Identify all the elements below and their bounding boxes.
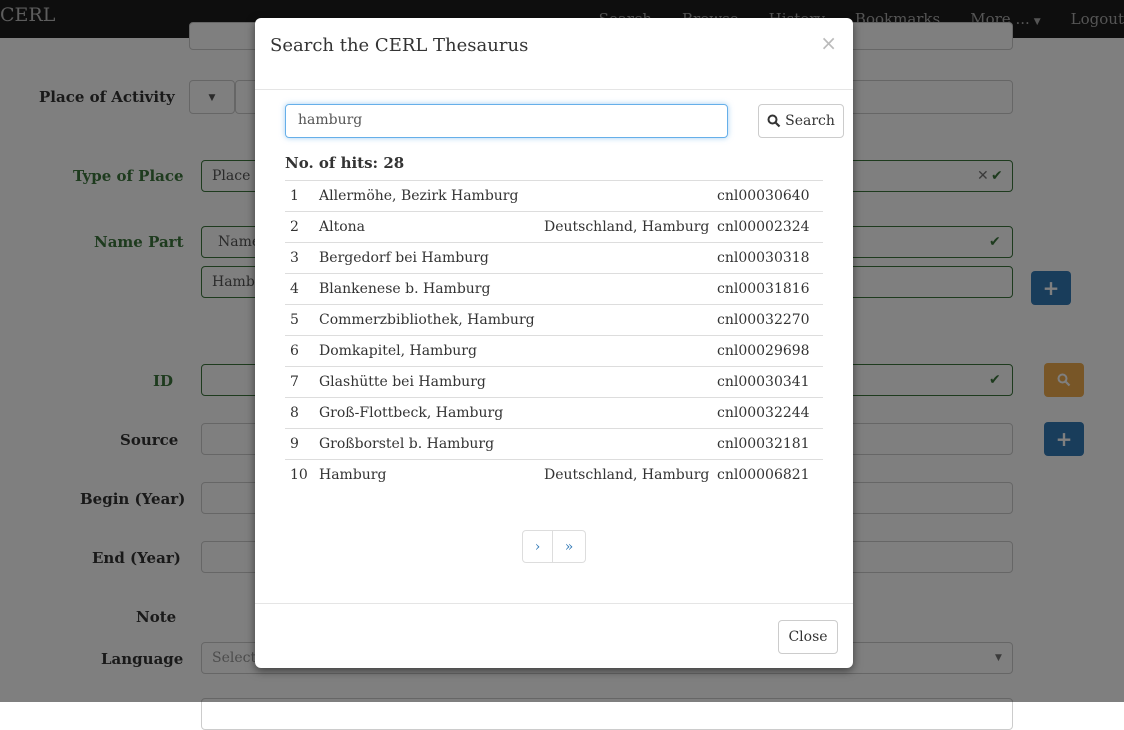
result-row[interactable]: 4 Blankenese b. Hamburg cnl00031816 [285,273,823,305]
modal-title: Search the CERL Thesaurus [270,35,529,56]
result-place [544,304,717,336]
next-page-button[interactable]: › [522,530,553,563]
result-name: Commerzbibliothek, Hamburg [319,304,544,336]
result-id: cnl00002324 [717,211,823,243]
result-row[interactable]: 1 Allermöhe, Bezirk Hamburg cnl00030640 [285,180,823,212]
result-id: cnl00030341 [717,366,823,398]
modal-footer: Close [255,603,853,669]
result-name: Domkapitel, Hamburg [319,335,544,367]
result-number: 8 [285,397,319,429]
result-id: cnl00030640 [717,180,823,212]
result-row[interactable]: 9 Großborstel b. Hamburg cnl00032181 [285,428,823,460]
result-place [544,428,717,460]
search-icon [767,114,781,128]
result-number: 2 [285,211,319,243]
last-page-button[interactable]: » [553,530,586,563]
pagination: › » [522,530,586,563]
result-place [544,242,717,274]
result-row[interactable]: 5 Commerzbibliothek, Hamburg cnl00032270 [285,304,823,336]
result-number: 1 [285,180,319,212]
result-name: Hamburg [319,459,544,490]
result-name: Groß-Flottbeck, Hamburg [319,397,544,429]
result-row[interactable]: 2 Altona Deutschland, Hamburg cnl00002324 [285,211,823,243]
result-number: 7 [285,366,319,398]
result-place: Deutschland, Hamburg [544,211,717,243]
result-id: cnl00029698 [717,335,823,367]
result-name: Bergedorf bei Hamburg [319,242,544,274]
result-name: Allermöhe, Bezirk Hamburg [319,180,544,212]
result-id: cnl00031816 [717,273,823,305]
result-row[interactable]: 7 Glashütte bei Hamburg cnl00030341 [285,366,823,398]
result-place [544,335,717,367]
result-name: Großborstel b. Hamburg [319,428,544,460]
result-place [544,397,717,429]
search-button[interactable]: Search [758,104,844,138]
result-id: cnl00006821 [717,459,823,490]
thesaurus-search-input[interactable]: hamburg [285,104,728,138]
modal-header: Search the CERL Thesaurus × [255,18,853,90]
result-name: Altona [319,211,544,243]
search-button-label: Search [785,113,835,129]
result-number: 4 [285,273,319,305]
result-number: 3 [285,242,319,274]
result-name: Blankenese b. Hamburg [319,273,544,305]
result-row[interactable]: 10 Hamburg Deutschland, Hamburg cnl00006821 [285,459,823,490]
result-number: 9 [285,428,319,460]
result-place: Deutschland, Hamburg [544,459,717,490]
result-place [544,366,717,398]
hits-count: No. of hits: 28 [285,154,405,172]
close-icon[interactable]: × [820,33,837,53]
results-table: 1 Allermöhe, Bezirk Hamburg cnl00030640 2 Al… [285,180,823,490]
result-row[interactable]: 3 Bergedorf bei Hamburg cnl00030318 [285,242,823,274]
result-row[interactable]: 6 Domkapitel, Hamburg cnl00029698 [285,335,823,367]
result-id: cnl00030318 [717,242,823,274]
thesaurus-search-modal: Search the CERL Thesaurus × hamburg Sear… [255,18,853,668]
close-button[interactable]: Close [778,620,838,654]
next-field-input[interactable] [201,698,1013,730]
result-name: Glashütte bei Hamburg [319,366,544,398]
result-number: 6 [285,335,319,367]
result-number: 10 [285,459,319,490]
result-id: cnl00032270 [717,304,823,336]
result-id: cnl00032244 [717,397,823,429]
result-place [544,180,717,212]
result-id: cnl00032181 [717,428,823,460]
result-row[interactable]: 8 Groß-Flottbeck, Hamburg cnl00032244 [285,397,823,429]
result-place [544,273,717,305]
result-number: 5 [285,304,319,336]
